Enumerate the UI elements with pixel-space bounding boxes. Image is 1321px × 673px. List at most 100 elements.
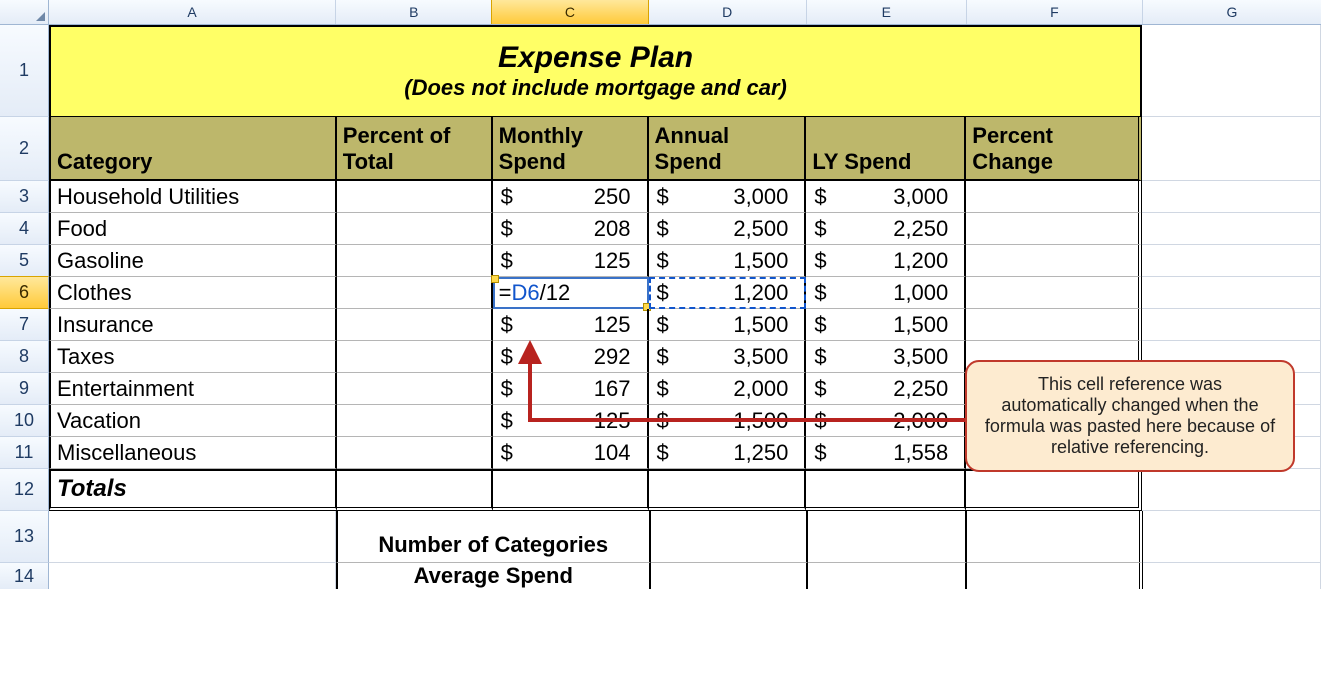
ly-spend-cell[interactable]: $1,558: [806, 437, 966, 469]
annual-spend-cell[interactable]: $1,500: [649, 245, 807, 277]
ly-spend-cell[interactable]: $2,000: [806, 405, 966, 437]
cell-C12[interactable]: [493, 469, 649, 511]
cell-G7[interactable]: [1142, 309, 1321, 341]
header-percent-total[interactable]: Percent of Total: [337, 117, 493, 181]
cell-F14[interactable]: [967, 563, 1142, 589]
cell-E14[interactable]: [808, 563, 967, 589]
cell-D12[interactable]: [649, 469, 807, 511]
header-ly-spend[interactable]: LY Spend: [806, 117, 966, 181]
percent-change-cell[interactable]: [966, 213, 1142, 245]
annual-spend-cell[interactable]: $3,000: [649, 181, 807, 213]
row-header-4[interactable]: 4: [0, 213, 49, 245]
category-cell[interactable]: Gasoline: [49, 245, 337, 277]
monthly-spend-cell[interactable]: $125: [493, 245, 649, 277]
cell-G6[interactable]: [1142, 277, 1321, 309]
select-all-corner[interactable]: [0, 0, 49, 24]
row-header-10[interactable]: 10: [0, 405, 49, 437]
number-of-categories-label[interactable]: Number of Categories: [336, 511, 651, 563]
totals-label-cell[interactable]: Totals: [49, 469, 337, 511]
cell-B7[interactable]: [337, 309, 493, 341]
row-header-6[interactable]: 6: [0, 276, 49, 309]
monthly-spend-cell[interactable]: $125: [493, 309, 649, 341]
percent-change-cell[interactable]: [966, 309, 1142, 341]
category-cell[interactable]: Taxes: [49, 341, 337, 373]
row-header-11[interactable]: 11: [0, 437, 49, 469]
cell-F13[interactable]: [967, 511, 1142, 563]
cell-D13[interactable]: [651, 511, 808, 563]
ly-spend-cell[interactable]: $1,500: [806, 309, 966, 341]
cell-E13[interactable]: [808, 511, 967, 563]
col-header-C[interactable]: C: [491, 0, 648, 24]
title-cell[interactable]: Expense Plan (Does not include mortgage …: [49, 25, 1142, 117]
cell-B11[interactable]: [337, 437, 493, 469]
ly-spend-cell[interactable]: $1,200: [806, 245, 966, 277]
monthly-spend-cell[interactable]: $167: [493, 373, 649, 405]
ly-spend-cell[interactable]: $2,250: [806, 213, 966, 245]
cell-B10[interactable]: [337, 405, 493, 437]
header-percent-change[interactable]: Percent Change: [966, 117, 1142, 181]
cell-G1[interactable]: [1142, 25, 1321, 117]
cell-B5[interactable]: [337, 245, 493, 277]
cell-E12[interactable]: [806, 469, 966, 511]
cell-G13[interactable]: [1143, 511, 1321, 563]
row-header-2[interactable]: 2: [0, 117, 49, 181]
cell-F12[interactable]: [966, 469, 1142, 511]
annual-spend-cell[interactable]: $1,250: [649, 437, 807, 469]
ly-spend-cell[interactable]: $3,000: [806, 181, 966, 213]
row-header-9[interactable]: 9: [0, 373, 49, 405]
annual-spend-cell[interactable]: $1,500: [649, 405, 807, 437]
annual-spend-cell[interactable]: $2,500: [649, 213, 807, 245]
cell-G14[interactable]: [1143, 563, 1321, 589]
row-header-3[interactable]: 3: [0, 181, 49, 213]
cell-G3[interactable]: [1142, 181, 1321, 213]
cell-B3[interactable]: [337, 181, 493, 213]
row-header-12[interactable]: 12: [0, 469, 49, 511]
ly-spend-cell[interactable]: $2,250: [806, 373, 966, 405]
category-cell[interactable]: Miscellaneous: [49, 437, 337, 469]
category-cell[interactable]: Household Utilities: [49, 181, 337, 213]
row-header-8[interactable]: 8: [0, 341, 49, 373]
cell-G2[interactable]: [1142, 117, 1321, 181]
annual-spend-cell[interactable]: $3,500: [649, 341, 807, 373]
average-spend-label[interactable]: Average Spend: [336, 563, 651, 589]
category-cell[interactable]: Vacation: [49, 405, 337, 437]
category-cell[interactable]: Entertainment: [49, 373, 337, 405]
col-header-E[interactable]: E: [807, 0, 967, 24]
cell-B12[interactable]: [337, 469, 493, 511]
header-category[interactable]: Category: [49, 117, 337, 181]
active-cell-editing[interactable]: =D6/12: [493, 277, 649, 309]
cell-B8[interactable]: [337, 341, 493, 373]
cell-G12[interactable]: [1142, 469, 1321, 511]
header-annual-spend[interactable]: Annual Spend: [649, 117, 807, 181]
cell-D14[interactable]: [651, 563, 808, 589]
row-header-1[interactable]: 1: [0, 25, 49, 117]
col-header-D[interactable]: D: [649, 0, 807, 24]
cell-B9[interactable]: [337, 373, 493, 405]
monthly-spend-cell[interactable]: $104: [493, 437, 649, 469]
category-cell[interactable]: Food: [49, 213, 337, 245]
percent-change-cell[interactable]: [966, 277, 1142, 309]
category-cell[interactable]: Clothes: [49, 277, 337, 309]
row-header-5[interactable]: 5: [0, 245, 49, 277]
cell-B4[interactable]: [337, 213, 493, 245]
header-monthly-spend[interactable]: Monthly Spend: [493, 117, 649, 181]
category-cell[interactable]: Insurance: [49, 309, 337, 341]
cell-A14[interactable]: [49, 563, 336, 589]
annual-spend-cell[interactable]: $1,200: [649, 277, 807, 309]
cell-B6[interactable]: [337, 277, 493, 309]
row-header-14[interactable]: 14: [0, 563, 49, 589]
ly-spend-cell[interactable]: $3,500: [806, 341, 966, 373]
annual-spend-cell[interactable]: $1,500: [649, 309, 807, 341]
row-header-7[interactable]: 7: [0, 309, 49, 341]
percent-change-cell[interactable]: [966, 181, 1142, 213]
cell-A13[interactable]: [49, 511, 336, 563]
percent-change-cell[interactable]: [966, 245, 1142, 277]
col-header-A[interactable]: A: [49, 0, 336, 24]
row-header-13[interactable]: 13: [0, 511, 49, 563]
col-header-F[interactable]: F: [967, 0, 1143, 24]
monthly-spend-cell[interactable]: $208: [493, 213, 649, 245]
annual-spend-cell[interactable]: $2,000: [649, 373, 807, 405]
col-header-B[interactable]: B: [336, 0, 492, 24]
cell-G4[interactable]: [1142, 213, 1321, 245]
cell-G5[interactable]: [1142, 245, 1321, 277]
